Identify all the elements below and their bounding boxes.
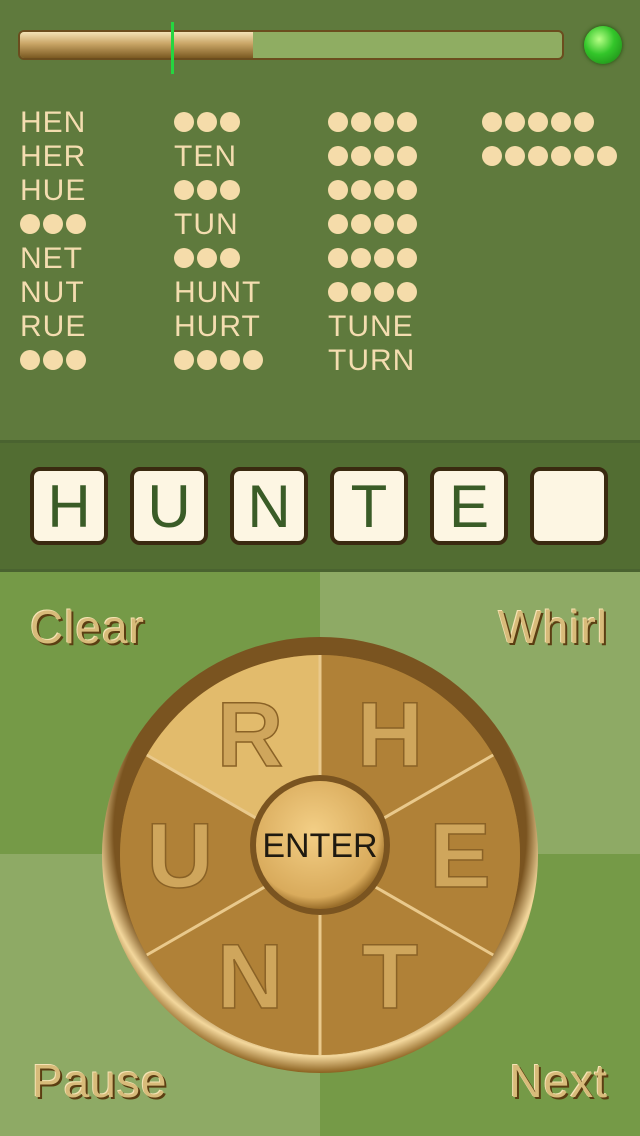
wheel-letter: E (429, 805, 490, 907)
wheel-letter: H (357, 684, 423, 786)
wheel-letter: T (362, 926, 418, 1028)
letter-wheel: R HETNU ENTER (102, 637, 538, 1073)
wheel-letter: R (217, 684, 283, 786)
wheel-letter: N (217, 926, 283, 1028)
wheel-letter: U (147, 805, 213, 907)
enter-label: ENTER (262, 827, 377, 865)
